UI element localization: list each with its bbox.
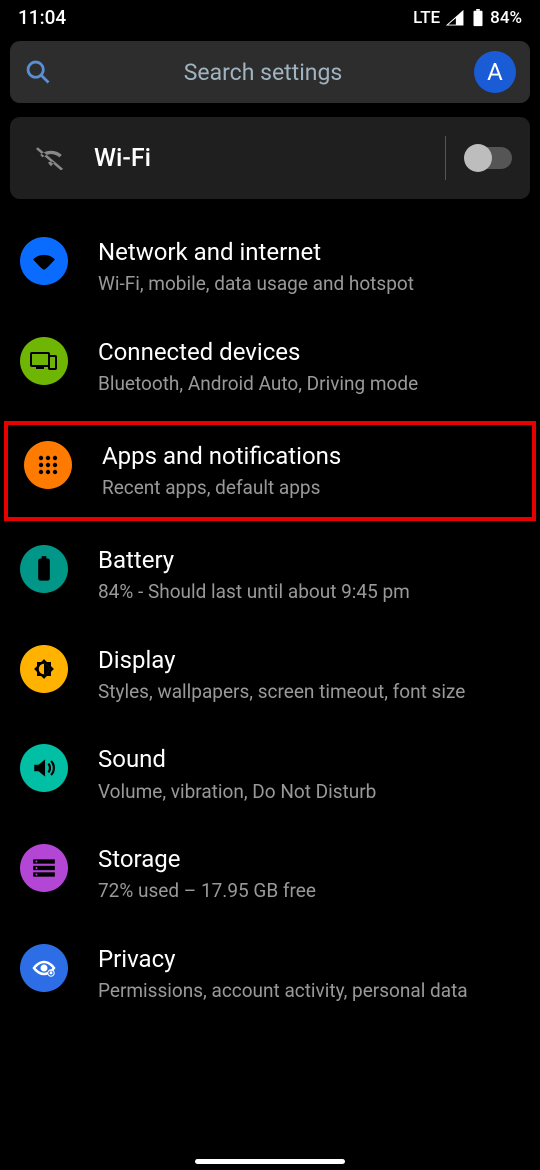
- item-title: Storage: [98, 844, 520, 875]
- item-network-internet[interactable]: Network and internet Wi-Fi, mobile, data…: [0, 217, 540, 317]
- search-placeholder: Search settings: [52, 59, 474, 86]
- item-storage[interactable]: Storage 72% used – 17.95 GB free: [0, 824, 540, 924]
- item-title: Apps and notifications: [102, 441, 516, 472]
- wifi-quick-toggle[interactable]: Wi-Fi: [10, 117, 530, 199]
- devices-icon: [20, 337, 68, 385]
- brightness-icon: [20, 645, 68, 693]
- item-subtitle: 84% - Should last until about 9:45 pm: [98, 580, 520, 605]
- search-icon: [24, 58, 52, 86]
- item-subtitle: Styles, wallpapers, screen timeout, font…: [98, 680, 520, 705]
- battery-icon: [472, 9, 484, 27]
- item-sound[interactable]: Sound Volume, vibration, Do Not Disturb: [0, 724, 540, 824]
- storage-icon: [20, 844, 68, 892]
- item-subtitle: Volume, vibration, Do Not Disturb: [98, 780, 520, 805]
- item-privacy[interactable]: Privacy Permissions, account activity, p…: [0, 924, 540, 1024]
- item-title: Network and internet: [98, 237, 520, 268]
- item-title: Privacy: [98, 944, 520, 975]
- item-subtitle: Bluetooth, Android Auto, Driving mode: [98, 372, 520, 397]
- item-connected-devices[interactable]: Connected devices Bluetooth, Android Aut…: [0, 317, 540, 417]
- item-subtitle: Permissions, account activity, personal …: [98, 979, 520, 1004]
- item-title: Connected devices: [98, 337, 520, 368]
- status-right: LTE 84%: [413, 8, 522, 28]
- clock: 11:04: [18, 6, 66, 29]
- search-settings-bar[interactable]: Search settings A: [10, 41, 530, 103]
- home-indicator[interactable]: [195, 1159, 345, 1164]
- item-subtitle: Recent apps, default apps: [102, 476, 516, 501]
- item-apps-notifications[interactable]: Apps and notifications Recent apps, defa…: [4, 421, 536, 521]
- account-avatar[interactable]: A: [474, 51, 516, 93]
- wifi-label: Wi-Fi: [94, 144, 445, 173]
- signal-icon: [446, 10, 464, 26]
- wifi-switch[interactable]: [466, 147, 512, 169]
- status-bar: 11:04 LTE 84%: [0, 0, 540, 33]
- apps-icon: [24, 441, 72, 489]
- item-subtitle: Wi-Fi, mobile, data usage and hotspot: [98, 272, 520, 297]
- item-display[interactable]: Display Styles, wallpapers, screen timeo…: [0, 625, 540, 725]
- item-battery[interactable]: Battery 84% - Should last until about 9:…: [0, 525, 540, 625]
- divider: [445, 136, 446, 180]
- privacy-icon: [20, 944, 68, 992]
- battery-percent: 84%: [490, 8, 522, 28]
- settings-list: Network and internet Wi-Fi, mobile, data…: [0, 217, 540, 1024]
- item-title: Display: [98, 645, 520, 676]
- item-subtitle: 72% used – 17.95 GB free: [98, 879, 520, 904]
- wifi-icon: [20, 237, 68, 285]
- battery-icon: [20, 545, 68, 593]
- sound-icon: [20, 744, 68, 792]
- item-title: Battery: [98, 545, 520, 576]
- item-title: Sound: [98, 744, 520, 775]
- navigation-bar: [0, 1159, 540, 1164]
- avatar-letter: A: [487, 58, 503, 86]
- network-type: LTE: [413, 8, 440, 28]
- wifi-off-icon: [36, 146, 66, 170]
